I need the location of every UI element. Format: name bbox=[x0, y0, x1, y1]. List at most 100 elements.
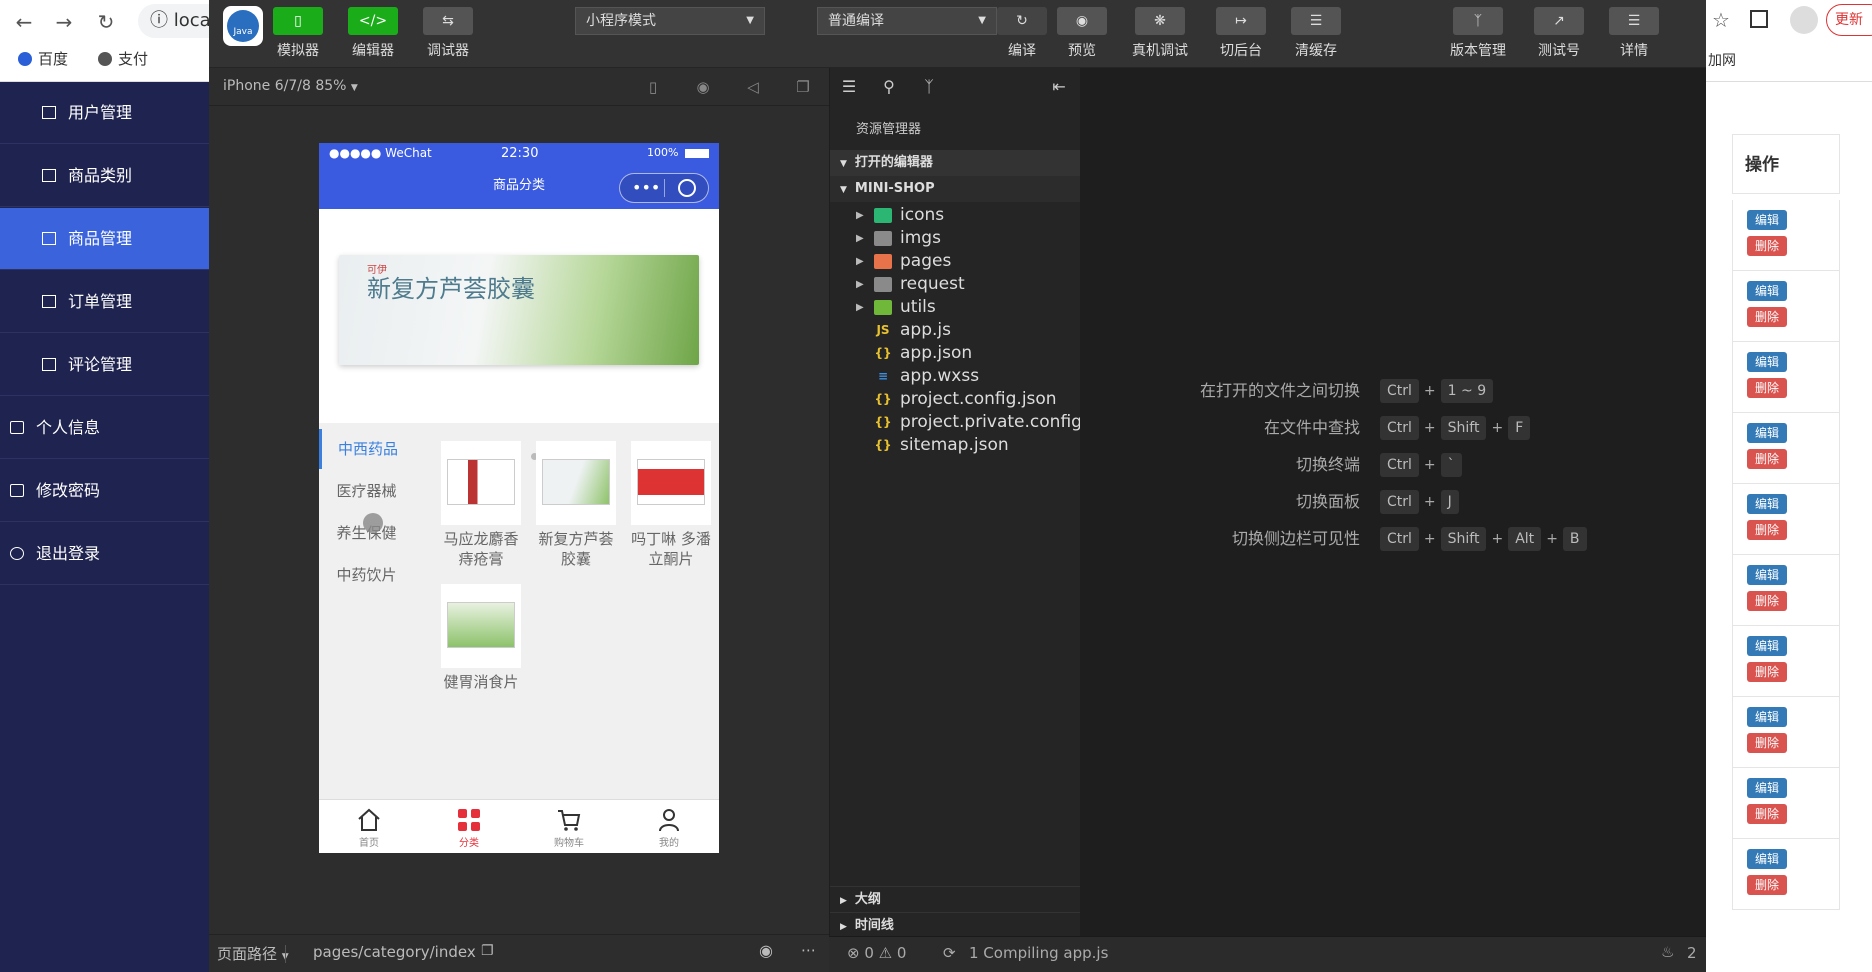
edit-button[interactable]: 编辑 bbox=[1747, 423, 1787, 443]
new-window-icon[interactable]: ❐ bbox=[795, 79, 811, 95]
category-item[interactable]: 中西药品 bbox=[319, 429, 414, 469]
tree-folder[interactable]: ▶ pages bbox=[830, 250, 1081, 273]
background-button[interactable]: ↦ bbox=[1216, 7, 1266, 35]
real-device-debug-button[interactable]: ❋ bbox=[1135, 7, 1185, 35]
sidebar-item[interactable]: 商品类别 bbox=[0, 145, 210, 207]
more-icon[interactable]: ⋯ bbox=[801, 941, 816, 959]
delete-button[interactable]: 删除 bbox=[1747, 662, 1787, 682]
sidebar-item[interactable]: 评论管理 bbox=[0, 334, 210, 396]
update-button[interactable]: 更新 bbox=[1826, 4, 1872, 36]
window-icon[interactable] bbox=[1750, 10, 1768, 28]
profile-avatar[interactable] bbox=[1790, 6, 1818, 34]
device-select[interactable]: iPhone 6/7/8 85% ▼ bbox=[223, 78, 358, 94]
delete-button[interactable]: 删除 bbox=[1747, 804, 1787, 824]
sidebar-item[interactable]: 用户管理 bbox=[0, 82, 210, 144]
problems-indicator[interactable]: ⊗ 0 ⚠ 0 bbox=[847, 944, 906, 962]
eye-icon[interactable]: ◉ bbox=[759, 941, 773, 960]
delete-button[interactable]: 删除 bbox=[1747, 307, 1787, 327]
bell-icon[interactable]: ♨ bbox=[1661, 943, 1674, 961]
tree-file[interactable]: JS app.js bbox=[830, 319, 1081, 342]
timeline-section[interactable]: ▶ 时间线 bbox=[830, 912, 1081, 938]
banner-image[interactable]: 可伊 新复方芦荟胶囊 bbox=[339, 255, 699, 365]
reload-icon[interactable]: ↻ bbox=[92, 8, 120, 36]
tab-home[interactable]: 首页 bbox=[319, 800, 419, 853]
compile-mode-select[interactable]: 普通编译 ▼ bbox=[817, 7, 997, 35]
list-icon[interactable]: ☰ bbox=[840, 78, 858, 96]
delete-button[interactable]: 删除 bbox=[1747, 591, 1787, 611]
miniprogram-capsule[interactable]: ••• bbox=[619, 173, 709, 203]
record-icon[interactable]: ◉ bbox=[695, 79, 711, 95]
chevron-right-icon: ▶ bbox=[856, 210, 864, 221]
tree-folder[interactable]: ▶ imgs bbox=[830, 227, 1081, 250]
details-button[interactable]: ☰ bbox=[1609, 7, 1659, 35]
volume-icon[interactable]: ◁ bbox=[745, 79, 761, 95]
mode-select[interactable]: 小程序模式 ▼ bbox=[575, 7, 765, 35]
edit-button[interactable]: 编辑 bbox=[1747, 281, 1787, 301]
product-card[interactable]: 马应龙麝香痔疮膏 bbox=[441, 441, 521, 569]
more-icon[interactable]: ••• bbox=[632, 178, 660, 197]
search-icon[interactable]: ⚲ bbox=[880, 78, 898, 96]
edit-button[interactable]: 编辑 bbox=[1747, 565, 1787, 585]
close-miniprogram-icon[interactable] bbox=[678, 179, 696, 197]
banner-swiper[interactable]: 可伊 新复方芦荟胶囊 bbox=[319, 209, 719, 460]
edit-button[interactable]: 编辑 bbox=[1747, 494, 1787, 514]
sidebar-item[interactable]: 订单管理 bbox=[0, 271, 210, 333]
clear-cache-button[interactable]: ☰ bbox=[1291, 7, 1341, 35]
sidebar-item[interactable]: 退出登录 bbox=[0, 523, 210, 585]
tree-file[interactable]: {} project.private.config... bbox=[830, 411, 1081, 434]
bookmark-baidu[interactable]: 百度 bbox=[18, 48, 68, 69]
category-item[interactable]: 医疗器械 bbox=[319, 471, 414, 511]
tree-file[interactable]: {} sitemap.json bbox=[830, 434, 1081, 457]
delete-button[interactable]: 删除 bbox=[1747, 449, 1787, 469]
tree-folder[interactable]: ▶ request bbox=[830, 273, 1081, 296]
project-section[interactable]: ▼ MINI-SHOP bbox=[830, 176, 1081, 202]
star-icon[interactable]: ☆ bbox=[1712, 8, 1730, 32]
category-item[interactable]: 中药饮片 bbox=[319, 555, 414, 595]
tree-folder[interactable]: ▶ icons bbox=[830, 204, 1081, 227]
sidebar-item[interactable]: 商品管理 bbox=[0, 208, 210, 270]
branch-icon[interactable]: ᛉ bbox=[920, 78, 938, 96]
page-path-select[interactable]: 页面路径 ▼ bbox=[217, 943, 289, 964]
preview-button[interactable]: ◉ bbox=[1057, 7, 1107, 35]
edit-button[interactable]: 编辑 bbox=[1747, 778, 1787, 798]
phone-icon[interactable]: ▯ bbox=[645, 79, 661, 95]
tree-file[interactable]: {} app.json bbox=[830, 342, 1081, 365]
delete-button[interactable]: 删除 bbox=[1747, 875, 1787, 895]
sidebar-item[interactable]: 修改密码 bbox=[0, 460, 210, 522]
copy-icon[interactable]: ❐ bbox=[481, 943, 494, 959]
product-card[interactable]: 健胃消食片 bbox=[441, 584, 521, 692]
open-editors-section[interactable]: ▼ 打开的编辑器 bbox=[830, 150, 1081, 176]
delete-button[interactable]: 删除 bbox=[1747, 733, 1787, 753]
sidebar-item[interactable]: 个人信息 bbox=[0, 397, 210, 459]
delete-button[interactable]: 删除 bbox=[1747, 236, 1787, 256]
tree-file[interactable]: ≡ app.wxss bbox=[830, 365, 1081, 388]
tree-folder[interactable]: ▶ utils bbox=[830, 296, 1081, 319]
simulator-button[interactable]: ▯ bbox=[273, 7, 323, 35]
test-account-button[interactable]: ↗ bbox=[1534, 7, 1584, 35]
edit-button[interactable]: 编辑 bbox=[1747, 636, 1787, 656]
edit-button[interactable]: 编辑 bbox=[1747, 352, 1787, 372]
debugger-button[interactable]: ⇆ bbox=[423, 7, 473, 35]
edit-button[interactable]: 编辑 bbox=[1747, 707, 1787, 727]
table-icon bbox=[42, 106, 56, 119]
product-card[interactable]: 新复方芦荟胶囊 bbox=[536, 441, 616, 569]
compile-button[interactable]: ↻ bbox=[997, 7, 1047, 35]
delete-button[interactable]: 删除 bbox=[1747, 378, 1787, 398]
tab-cart[interactable]: 购物车 bbox=[519, 800, 619, 853]
outline-section[interactable]: ▶ 大纲 bbox=[830, 886, 1081, 912]
product-card[interactable]: 吗丁啉 多潘立酮片 bbox=[631, 441, 711, 569]
bookmark-pay[interactable]: 支付 bbox=[98, 48, 148, 69]
project-logo[interactable]: Java bbox=[223, 6, 263, 46]
edit-button[interactable]: 编辑 bbox=[1747, 210, 1787, 230]
edit-button[interactable]: 编辑 bbox=[1747, 849, 1787, 869]
forward-icon[interactable]: → bbox=[50, 8, 78, 36]
editor-button[interactable]: </> bbox=[348, 7, 398, 35]
version-button[interactable]: ᛉ bbox=[1453, 7, 1503, 35]
tab-mine[interactable]: 我的 bbox=[619, 800, 719, 853]
delete-button[interactable]: 删除 bbox=[1747, 520, 1787, 540]
plus-sign: + bbox=[1423, 383, 1436, 399]
tab-category[interactable]: 分类 bbox=[419, 800, 519, 853]
tree-file[interactable]: {} project.config.json bbox=[830, 388, 1081, 411]
collapse-panel-icon[interactable]: ⇤ bbox=[1050, 78, 1068, 96]
back-icon[interactable]: ← bbox=[10, 8, 38, 36]
